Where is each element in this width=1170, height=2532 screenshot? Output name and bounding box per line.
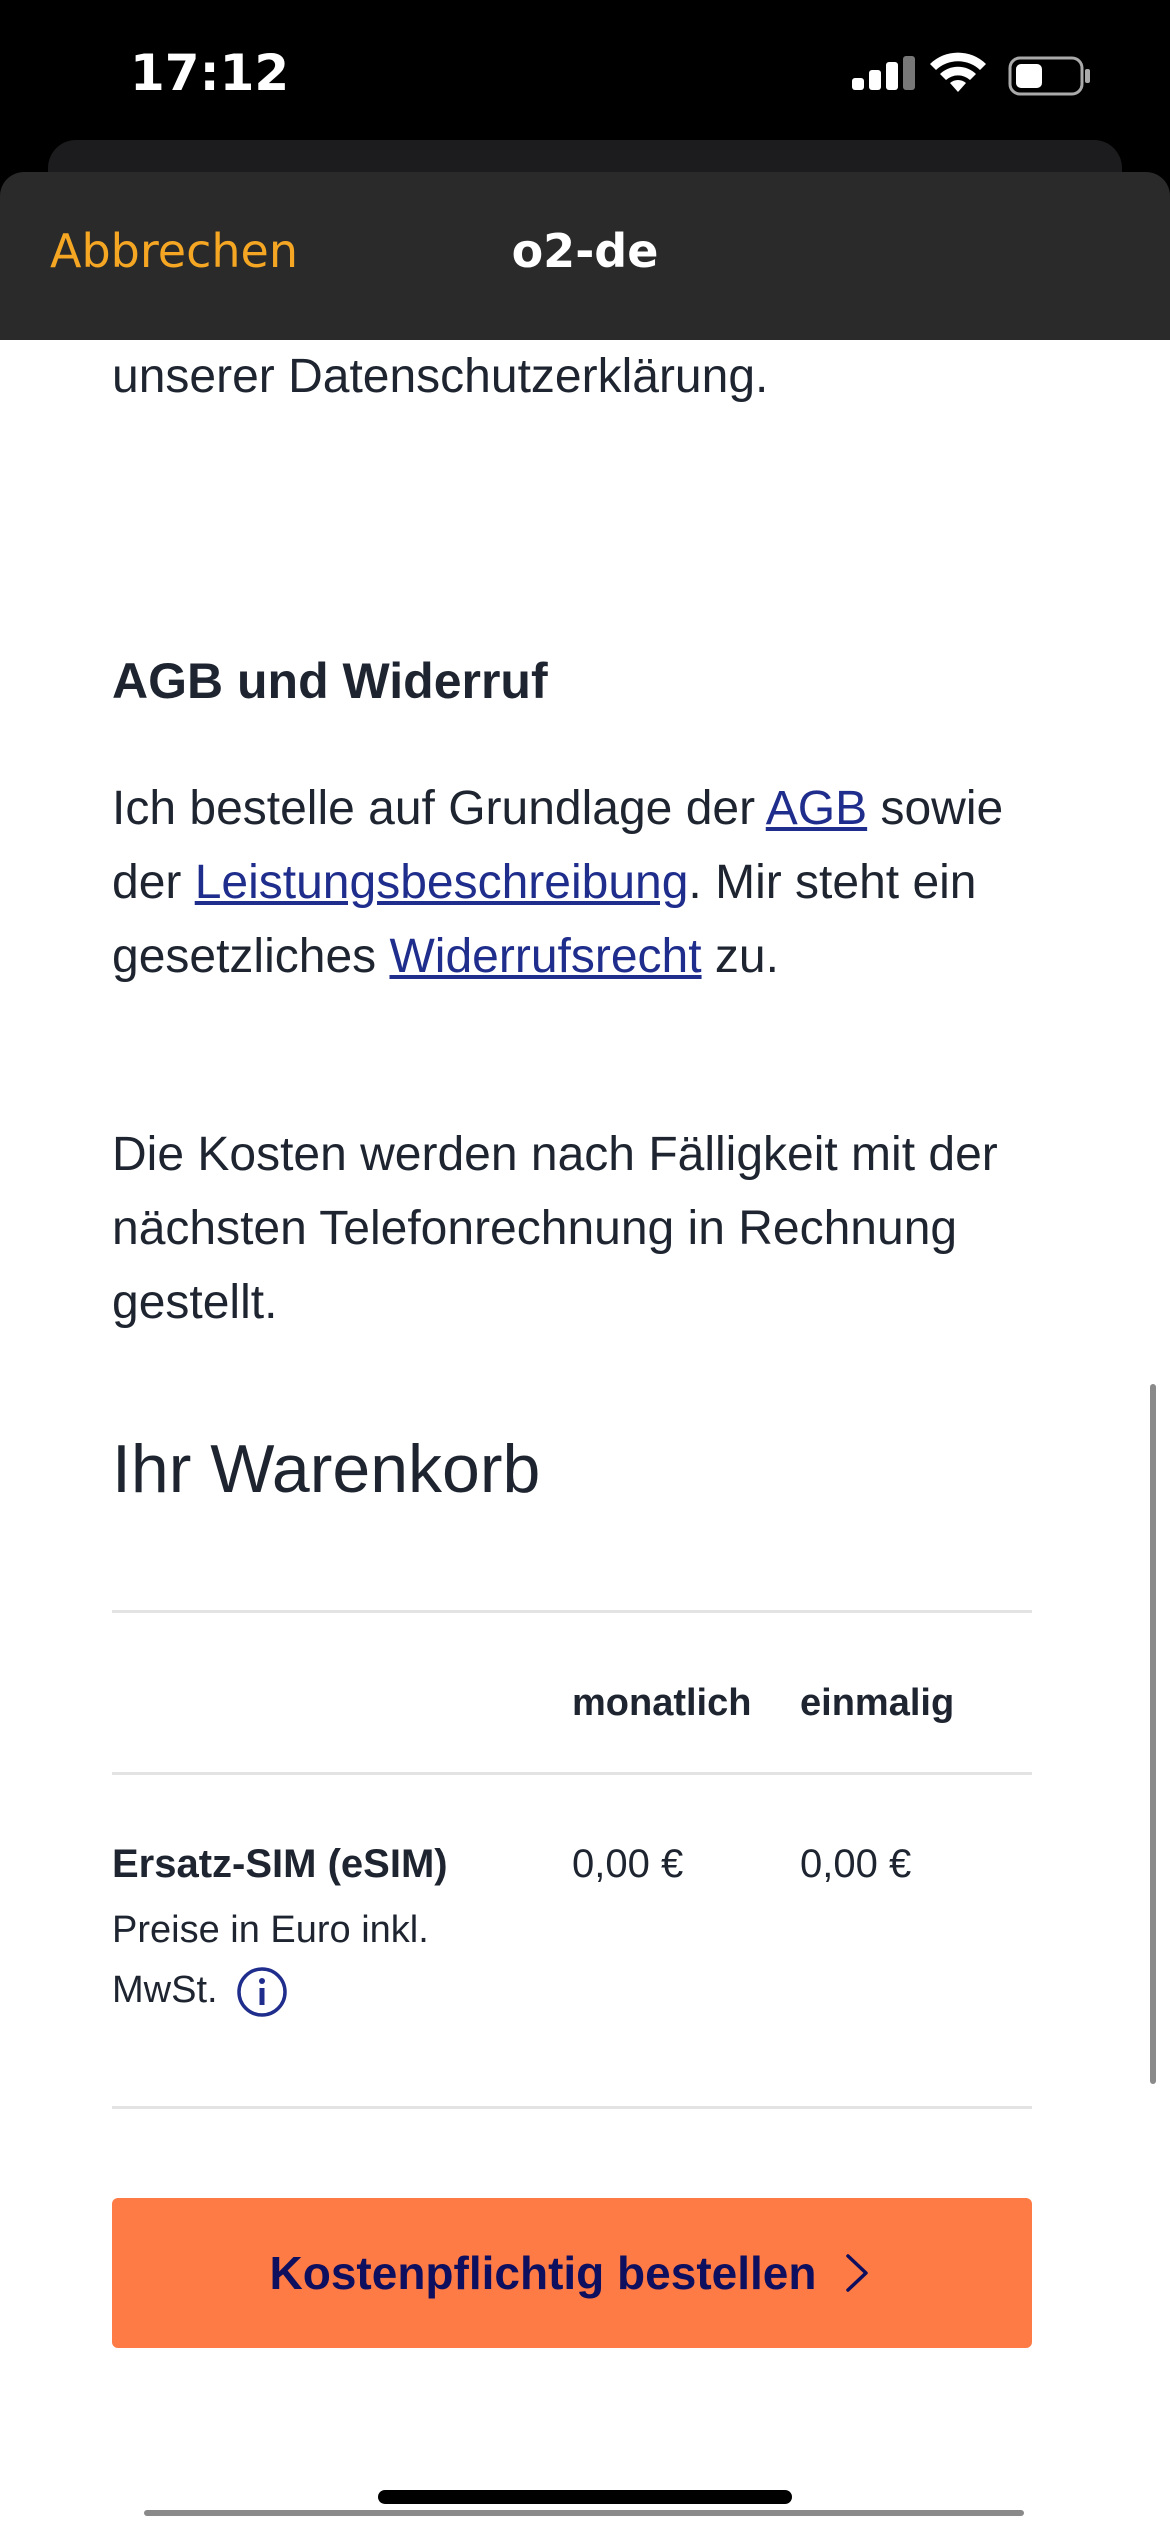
monthly-price: 0,00 € [572, 1842, 684, 1886]
order-button-label: Kostenpflichtig bestellen [269, 2247, 817, 2299]
agb-paragraph: Ich bestelle auf Grundlage der AGB sowie… [112, 772, 1032, 994]
horizontal-scrollbar[interactable] [144, 2510, 1024, 2516]
vertical-scrollbar[interactable] [1150, 1384, 1156, 2084]
leistungsbeschreibung-link[interactable]: Leistungsbeschreibung [195, 856, 689, 909]
divider [112, 2106, 1032, 2109]
divider [112, 1610, 1032, 1613]
order-button[interactable]: Kostenpflichtig bestellen [112, 2198, 1032, 2348]
agb-text-4: zu. [701, 930, 779, 983]
privacy-text: unserer Datenschutzerklärung. [112, 350, 769, 403]
web-content[interactable]: unserer Datenschutzerklärung. AGB und Wi… [0, 340, 1170, 2532]
battery-icon [1008, 56, 1090, 96]
info-icon[interactable] [236, 1966, 288, 2018]
navbar-title: o2-de [511, 224, 659, 278]
column-header-once: einmalig [800, 1682, 955, 1724]
chevron-right-icon [846, 2254, 869, 2292]
cart-item-note: Preise in Euro inkl. MwSt. [112, 1900, 512, 2020]
divider [112, 1772, 1032, 1775]
agb-link[interactable]: AGB [766, 782, 867, 835]
column-header-monthly: monatlich [572, 1682, 752, 1724]
one-time-price: 0,00 € [800, 1842, 912, 1886]
signal-icon [852, 56, 915, 90]
status-bar: 17:12 [0, 0, 1170, 150]
cost-paragraph: Die Kosten werden nach Fälligkeit mit de… [112, 1128, 998, 1329]
cart-heading: Ihr Warenkorb [112, 1431, 541, 1507]
cart-item-name: Ersatz-SIM (eSIM) [112, 1842, 448, 1886]
widerrufsrecht-link[interactable]: Widerrufsrecht [389, 930, 701, 983]
agb-heading: AGB und Widerruf [112, 653, 548, 709]
home-indicator[interactable] [378, 2490, 792, 2504]
wifi-icon [930, 52, 986, 92]
status-time: 17:12 [130, 44, 290, 102]
agb-text-1: Ich bestelle auf Grundlage der [112, 782, 766, 835]
modal-navbar: Abbrechen o2-de [0, 172, 1170, 340]
